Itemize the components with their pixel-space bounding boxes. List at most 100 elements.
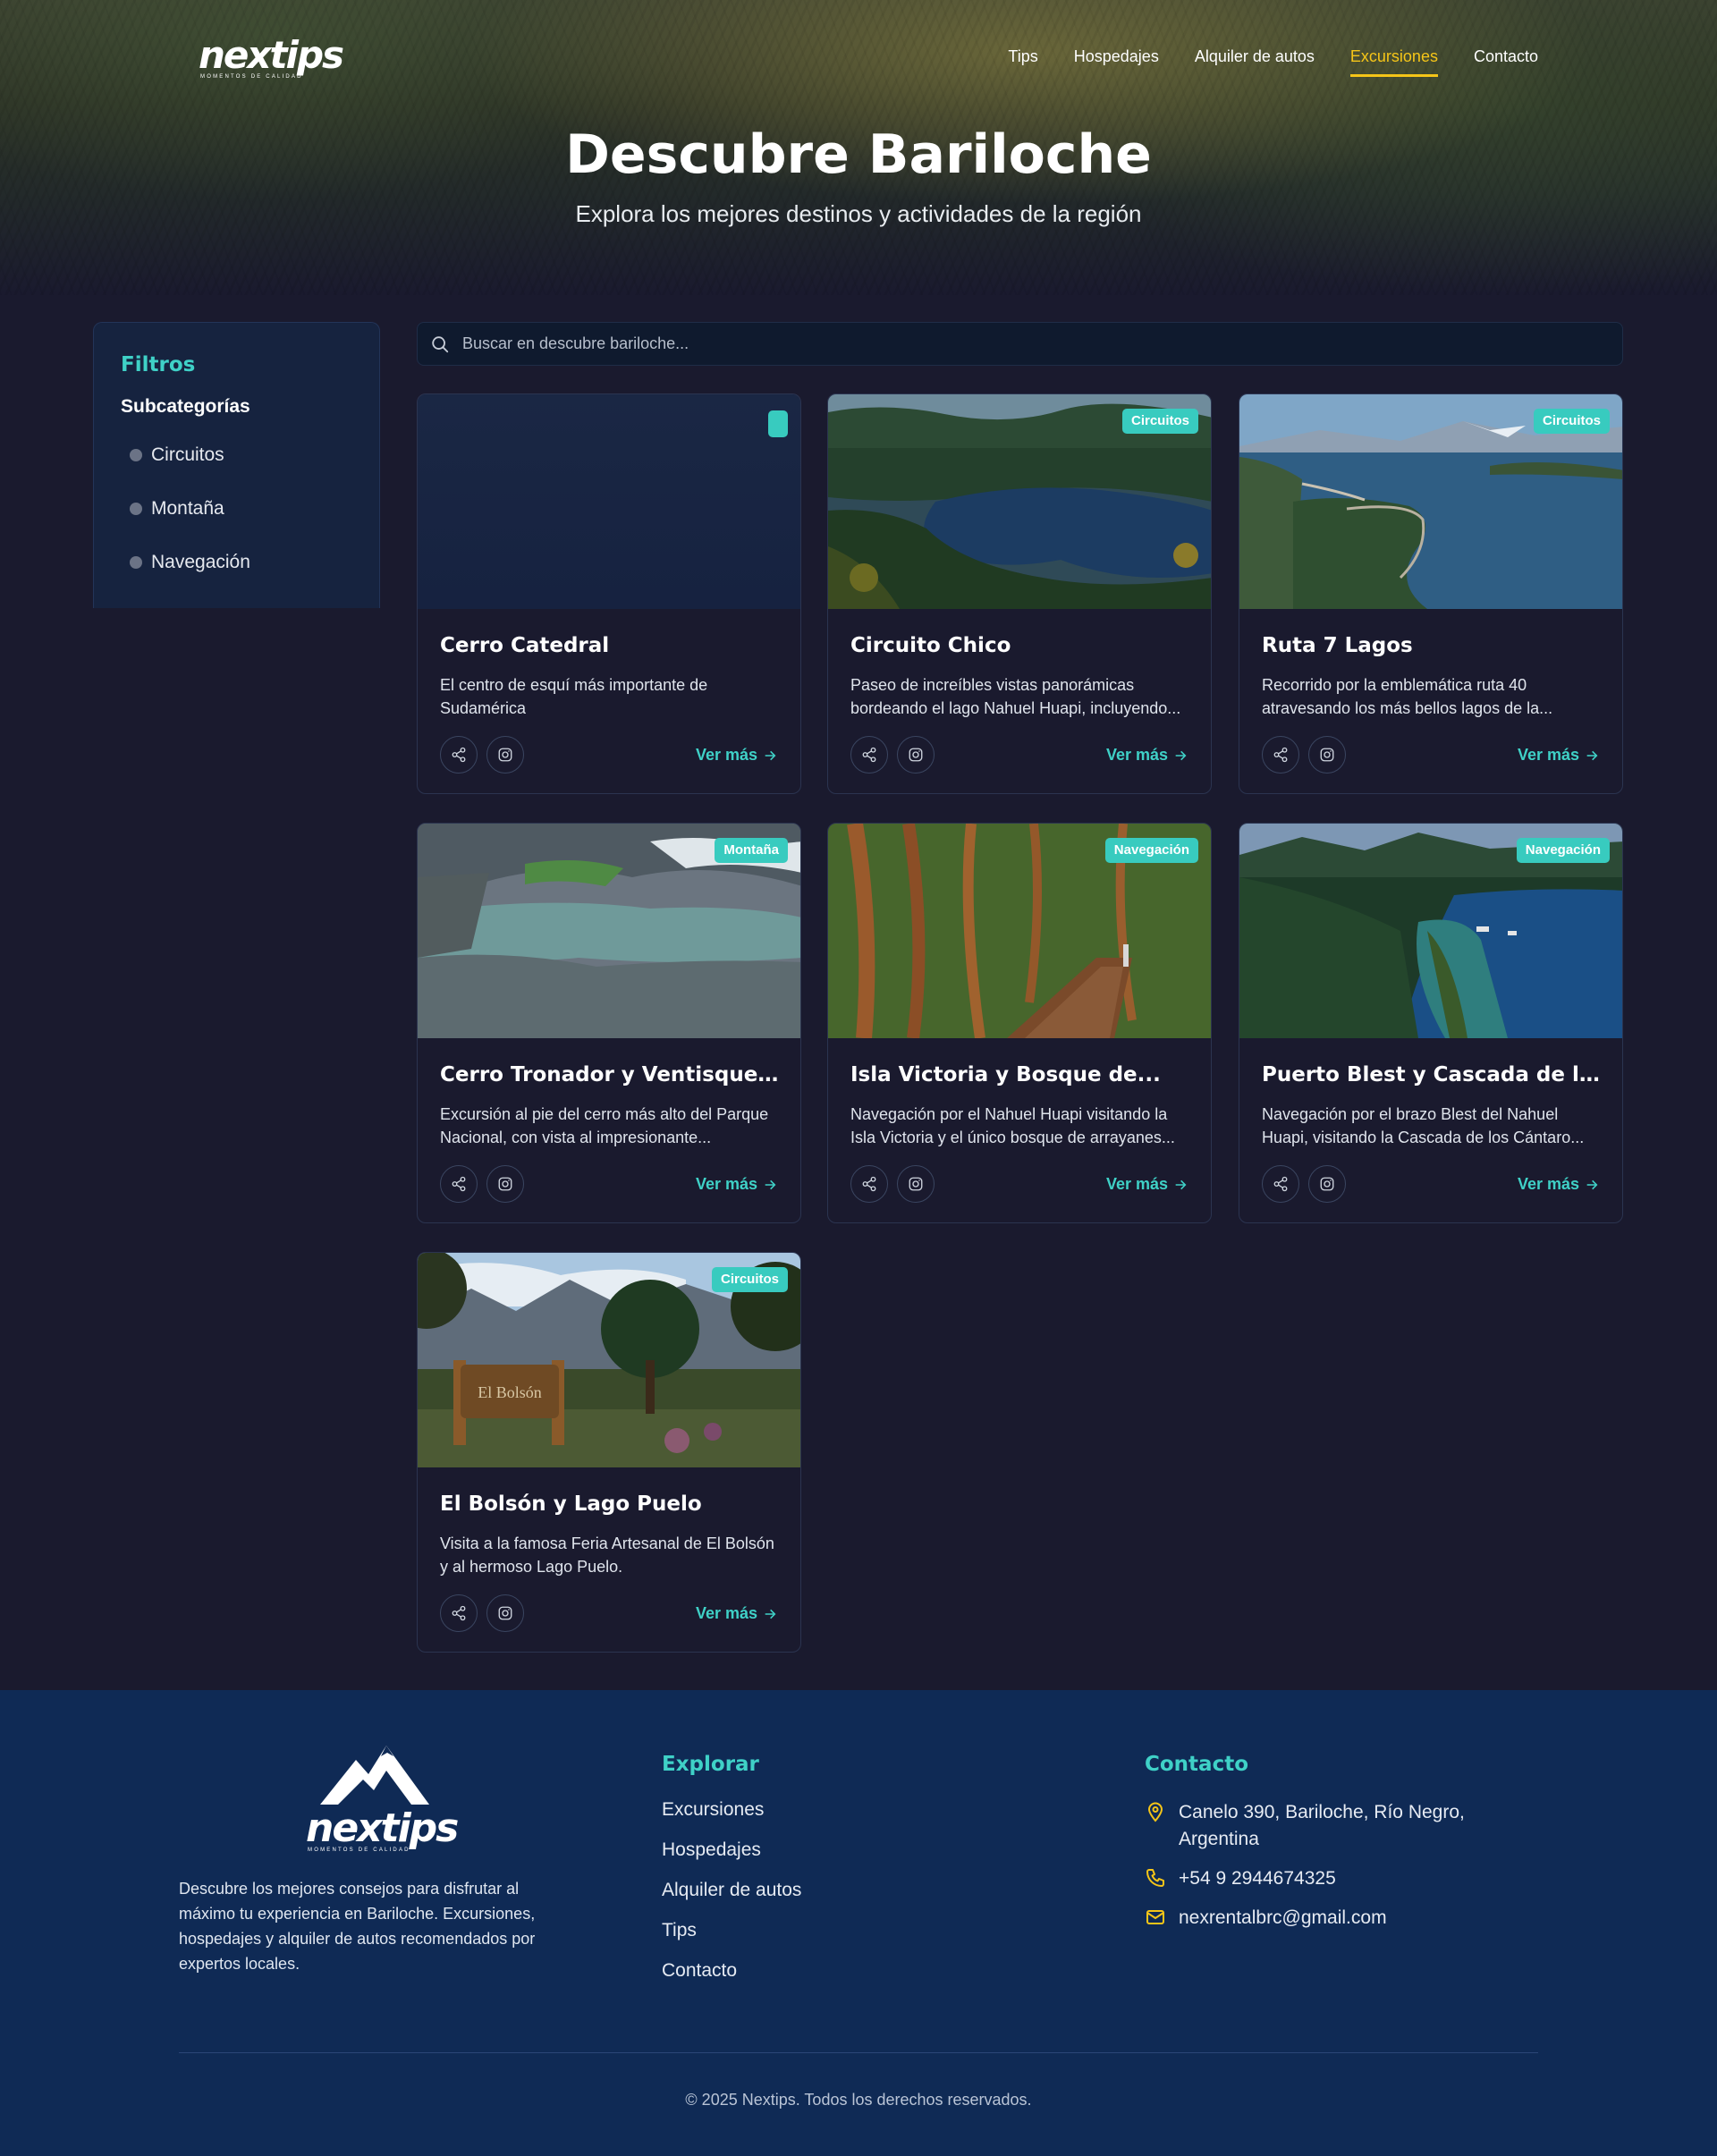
instagram-icon bbox=[498, 1177, 512, 1191]
card-title: El Bolsón y Lago Puelo bbox=[440, 1492, 702, 1516]
instagram-button[interactable] bbox=[486, 1594, 524, 1632]
instagram-icon bbox=[909, 1177, 923, 1191]
footer-link-excursiones[interactable]: Excursiones bbox=[662, 1799, 801, 1839]
ver-mas-link[interactable]: Ver más bbox=[1106, 1175, 1188, 1194]
ver-mas-label: Ver más bbox=[1517, 1175, 1579, 1193]
mail-icon bbox=[1146, 1910, 1164, 1924]
contact-email[interactable]: nexrentalbrc@gmail.com bbox=[1145, 1905, 1520, 1932]
share-button[interactable] bbox=[850, 1165, 888, 1203]
instagram-button[interactable] bbox=[486, 1165, 524, 1203]
main-nav: Tips Hospedajes Alquiler de autos Excurs… bbox=[1008, 45, 1538, 77]
footer-about-text: Descubre los mejores consejos para disfr… bbox=[179, 1880, 536, 1973]
card-image: Navegación bbox=[1239, 824, 1622, 1038]
footer-link-alquiler-de-autos[interactable]: Alquiler de autos bbox=[662, 1880, 801, 1920]
instagram-button[interactable] bbox=[486, 736, 524, 774]
footer-link-hospedajes[interactable]: Hospedajes bbox=[662, 1839, 801, 1880]
subcategory-montana[interactable]: Montaña bbox=[121, 493, 352, 525]
card-description: Recorrido por la emblemática ruta 40 atr… bbox=[1262, 676, 1553, 717]
page-title: Descubre Bariloche bbox=[565, 123, 1152, 186]
excursion-card-circuito-chico[interactable]: Circuitos Circuito Chico Paseo de increí… bbox=[827, 393, 1212, 794]
share-button[interactable] bbox=[440, 736, 478, 774]
mountain-logo-icon bbox=[320, 1746, 429, 1805]
contact-phone[interactable]: +54 9 2944674325 bbox=[1145, 1865, 1520, 1892]
card-image: Circuitos bbox=[828, 394, 1211, 609]
card-title: Circuito Chico bbox=[850, 634, 1011, 657]
arrow-right-icon bbox=[1586, 1179, 1598, 1189]
brand-logo[interactable]: nextips MOMENTOS DE CALIDAD bbox=[199, 37, 344, 80]
excursion-card-puerto-blest[interactable]: Navegación Puerto Blest y Cascada de los… bbox=[1239, 823, 1623, 1223]
instagram-button[interactable] bbox=[897, 1165, 935, 1203]
nav-link-alquiler-de-autos[interactable]: Alquiler de autos bbox=[1195, 45, 1315, 72]
contact-address-text: Canelo 390, Bariloche, Río Negro, Argent… bbox=[1179, 1802, 1465, 1849]
ver-mas-label: Ver más bbox=[1105, 1175, 1168, 1193]
category-badge bbox=[768, 410, 788, 437]
ver-mas-link[interactable]: Ver más bbox=[1518, 1175, 1599, 1194]
footer-link-contacto[interactable]: Contacto bbox=[662, 1960, 801, 2000]
ver-mas-link[interactable]: Ver más bbox=[696, 1604, 777, 1623]
arrow-right-icon bbox=[1175, 750, 1187, 760]
card-description: Navegación por el Nahuel Huapi visitando… bbox=[850, 1105, 1175, 1146]
subcategory-label: Montaña bbox=[151, 498, 224, 519]
ver-mas-link[interactable]: Ver más bbox=[1106, 746, 1188, 765]
excursion-card-cerro-catedral[interactable]: Cerro Catedral El centro de esquí más im… bbox=[417, 393, 801, 794]
page-subtitle: Explora los mejores destinos y actividad… bbox=[575, 200, 1142, 227]
nav-link-contacto[interactable]: Contacto bbox=[1474, 45, 1538, 72]
card-description: Paseo de increíbles vistas panorámicas b… bbox=[850, 676, 1181, 717]
category-badge: Navegación bbox=[1104, 838, 1198, 863]
ver-mas-link[interactable]: Ver más bbox=[696, 746, 777, 765]
nav-link-tips[interactable]: Tips bbox=[1008, 45, 1037, 72]
ver-mas-label: Ver más bbox=[695, 746, 757, 764]
card-title: Cerro Tronador y Ventisquero... bbox=[440, 1063, 784, 1086]
footer-explore-links: Excursiones Hospedajes Alquiler de autos… bbox=[662, 1799, 801, 2000]
arrow-right-icon bbox=[1586, 750, 1598, 760]
filters-title: Filtros bbox=[121, 353, 196, 376]
search-input[interactable] bbox=[462, 334, 1535, 353]
share-button[interactable] bbox=[440, 1594, 478, 1632]
share-icon bbox=[452, 1176, 466, 1192]
nav-link-excursiones[interactable]: Excursiones bbox=[1349, 45, 1439, 77]
instagram-icon bbox=[498, 748, 512, 762]
instagram-button[interactable] bbox=[897, 736, 935, 774]
share-button[interactable] bbox=[850, 736, 888, 774]
filters-sidebar: Filtros Subcategorías Circuitos Montaña … bbox=[93, 322, 380, 608]
nav-link-hospedajes[interactable]: Hospedajes bbox=[1074, 45, 1159, 72]
location-pin-icon bbox=[1147, 1802, 1163, 1822]
subcategory-navegacion[interactable]: Navegación bbox=[121, 546, 352, 579]
ver-mas-label: Ver más bbox=[695, 1604, 757, 1622]
excursion-card-ruta-7-lagos[interactable]: Circuitos Ruta 7 Lagos Recorrido por la … bbox=[1239, 393, 1623, 794]
share-icon bbox=[862, 1176, 876, 1192]
instagram-icon bbox=[498, 1606, 512, 1620]
instagram-button[interactable] bbox=[1308, 1165, 1346, 1203]
ver-mas-link[interactable]: Ver más bbox=[1518, 746, 1599, 765]
share-button[interactable] bbox=[440, 1165, 478, 1203]
subcategory-label: Circuitos bbox=[151, 444, 224, 465]
instagram-button[interactable] bbox=[1308, 736, 1346, 774]
radio-dot-icon bbox=[130, 503, 142, 515]
share-button[interactable] bbox=[1262, 736, 1299, 774]
card-image: Circuitos bbox=[1239, 394, 1622, 609]
category-badge: Circuitos bbox=[1121, 409, 1198, 434]
card-title: Isla Victoria y Bosque de... bbox=[850, 1063, 1161, 1086]
share-icon bbox=[452, 747, 466, 763]
ver-mas-link[interactable]: Ver más bbox=[696, 1175, 777, 1194]
category-badge: Circuitos bbox=[1533, 409, 1610, 434]
share-button[interactable] bbox=[1262, 1165, 1299, 1203]
share-icon bbox=[1273, 1176, 1288, 1192]
subcategories-title: Subcategorías bbox=[121, 396, 250, 417]
excursion-card-isla-victoria[interactable]: Navegación Isla Victoria y Bosque de... … bbox=[827, 823, 1212, 1223]
instagram-icon bbox=[1320, 748, 1334, 762]
site-footer: nextips MOMENTOS DE CALIDAD Descubre los… bbox=[0, 1690, 1717, 2156]
subcategory-circuitos[interactable]: Circuitos bbox=[121, 439, 352, 471]
instagram-icon bbox=[1320, 1177, 1334, 1191]
instagram-icon bbox=[909, 748, 923, 762]
hero-header: nextips MOMENTOS DE CALIDAD Tips Hospeda… bbox=[0, 0, 1717, 295]
arrow-right-icon bbox=[765, 1609, 776, 1619]
card-description: Visita a la famosa Feria Artesanal de El… bbox=[440, 1535, 774, 1576]
excursion-card-cerro-tronador[interactable]: Montaña Cerro Tronador y Ventisquero... … bbox=[417, 823, 801, 1223]
share-icon bbox=[1273, 747, 1288, 763]
radio-dot-icon bbox=[130, 556, 142, 569]
footer-logo[interactable]: nextips MOMENTOS DE CALIDAD bbox=[304, 1744, 459, 1853]
excursion-card-el-bolson[interactable]: El Bolsón Circuitos El Bolsón y Lago Pue… bbox=[417, 1252, 801, 1653]
footer-logo-wordmark: nextips bbox=[306, 1805, 459, 1851]
footer-link-tips[interactable]: Tips bbox=[662, 1920, 801, 1960]
